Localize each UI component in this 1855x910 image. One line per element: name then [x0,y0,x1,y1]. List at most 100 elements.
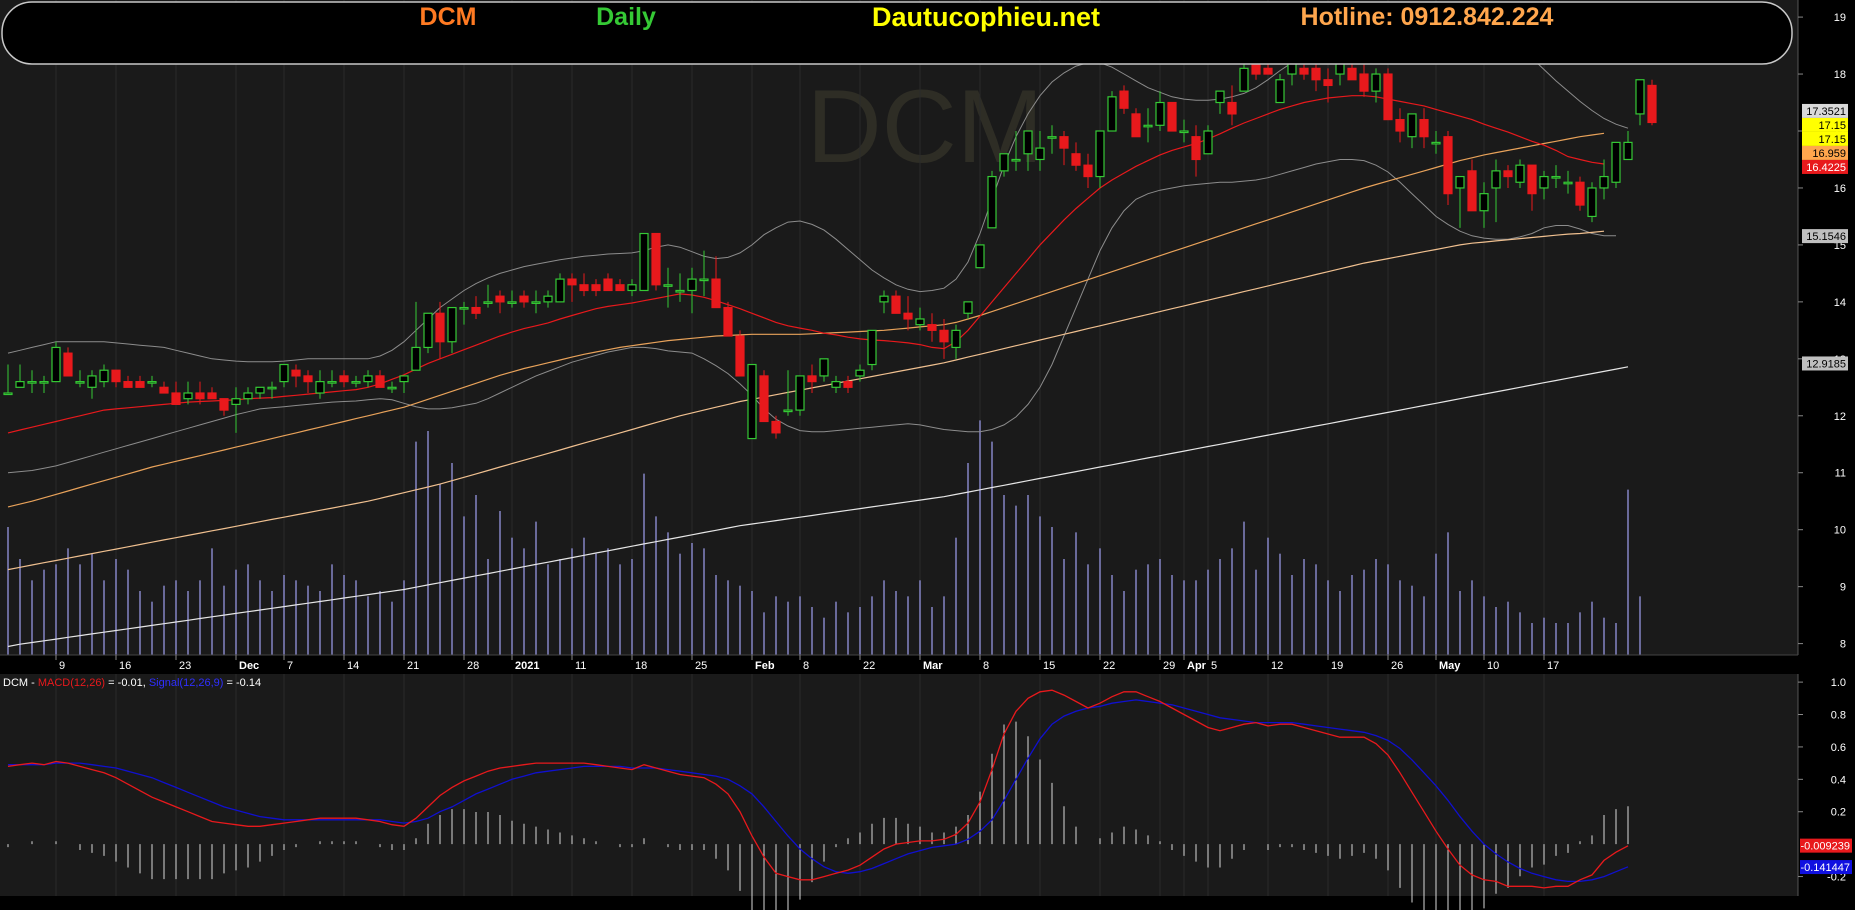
candle-body [1179,130,1189,134]
candle-body [363,375,373,383]
candle-body [723,306,733,337]
candle-body [351,381,361,384]
candle-body [1443,136,1453,195]
candle-body [855,369,865,377]
candle-body [915,318,925,326]
date-tick-label: 28 [467,660,479,672]
candle-body [1611,141,1621,183]
macd-legend-value: = -0.01, [108,677,146,689]
candle-body [627,284,637,292]
candle-body [675,289,685,293]
signal-legend-value: = -0.14 [227,677,262,689]
date-tick-label: 10 [1487,660,1499,672]
header-ticker: DCM [420,3,477,31]
candle-body [1023,130,1033,155]
date-tick-label: 22 [863,660,875,672]
macd-legend-sep: - [31,677,38,689]
candle-body [747,363,757,440]
date-tick-label: 16 [119,660,131,672]
candle-body [867,329,877,366]
macd-badge-label: -0.009239 [1800,841,1850,853]
candle-body [1047,136,1057,139]
candle-body [1227,101,1237,115]
candle-body [279,363,289,383]
candle-body [219,398,229,411]
candle-body [1623,141,1633,161]
date-tick-label: 12 [1271,660,1283,672]
candle-body [399,375,409,383]
macd-tick-label: 0.6 [1831,742,1846,754]
date-tick-label: May [1439,660,1461,672]
candle-body [1395,119,1405,132]
candle-body [1635,79,1645,115]
candle-body [303,375,313,383]
price-tick-label: 12 [1834,411,1846,423]
header-site: Dautucophieu.net [872,2,1100,32]
candle-body [507,301,517,304]
candle-body [495,295,505,303]
candle-body [1455,175,1465,189]
candle-body [939,329,949,343]
candle-body [903,312,913,320]
candle-body [387,386,397,390]
macd-tick-label: 0.2 [1831,807,1846,819]
candle-body [1539,175,1549,189]
candle-body [1359,73,1369,92]
macd-legend-ticker: DCM [3,677,28,689]
candle-body [1215,90,1225,104]
candle-body [411,346,421,371]
candle-body [315,381,325,394]
candle-body [1371,73,1381,92]
candle-body [1275,79,1285,104]
candle-body [339,375,349,383]
candle-body [1407,113,1417,138]
candle-body [567,278,577,286]
candle-body [1467,170,1477,212]
date-tick-label: Dec [239,660,259,672]
candle-body [207,392,217,400]
date-tick-label: 2021 [515,660,539,672]
candle-body [963,301,973,314]
date-tick-label: 14 [347,660,359,672]
price-tick-label: 19 [1834,12,1846,24]
candle-body [1107,96,1117,132]
candle-body [171,392,181,405]
price-badge-label: 12.9185 [1806,358,1846,370]
macd-tick-label: 0.4 [1831,774,1846,786]
candle-body [3,392,13,396]
candle-body [483,301,493,304]
price-tick-label: 9 [1840,582,1846,594]
candle-body [1155,101,1165,126]
candle-body [735,335,745,377]
candle-body [1347,67,1357,81]
candle-body [987,175,997,229]
candle-body [1551,175,1561,179]
date-tick-label: 21 [407,660,419,672]
date-tick-label: Feb [755,660,775,672]
price-badge-label: 16.4225 [1806,162,1846,174]
candle-body [1527,164,1537,195]
candle-body [1383,73,1393,121]
candle-body [1011,158,1021,162]
candle-body [579,284,589,292]
date-tick-label: 23 [179,660,191,672]
candle-body [1239,67,1249,92]
candle-body [1263,67,1273,75]
date-tick-label: 9 [59,660,65,672]
chart-window: DCM 1918171615141312111098 17.352117.151… [0,0,1855,910]
price-badge-label: 17.15 [1818,134,1846,146]
candle-body [1479,193,1489,212]
candle-body [327,381,337,384]
price-tick-label: 14 [1834,297,1846,309]
candle-body [999,153,1009,172]
candle-body [1131,113,1141,138]
candle-body [1575,181,1585,206]
candle-body [651,232,661,286]
candle-body [375,375,385,388]
candle-body [231,398,241,405]
candle-body [795,375,805,411]
date-tick-label: Mar [923,660,943,672]
candle-body [147,381,157,384]
header-hotline: Hotline: 0912.842.224 [1301,3,1554,31]
candle-body [519,295,529,303]
